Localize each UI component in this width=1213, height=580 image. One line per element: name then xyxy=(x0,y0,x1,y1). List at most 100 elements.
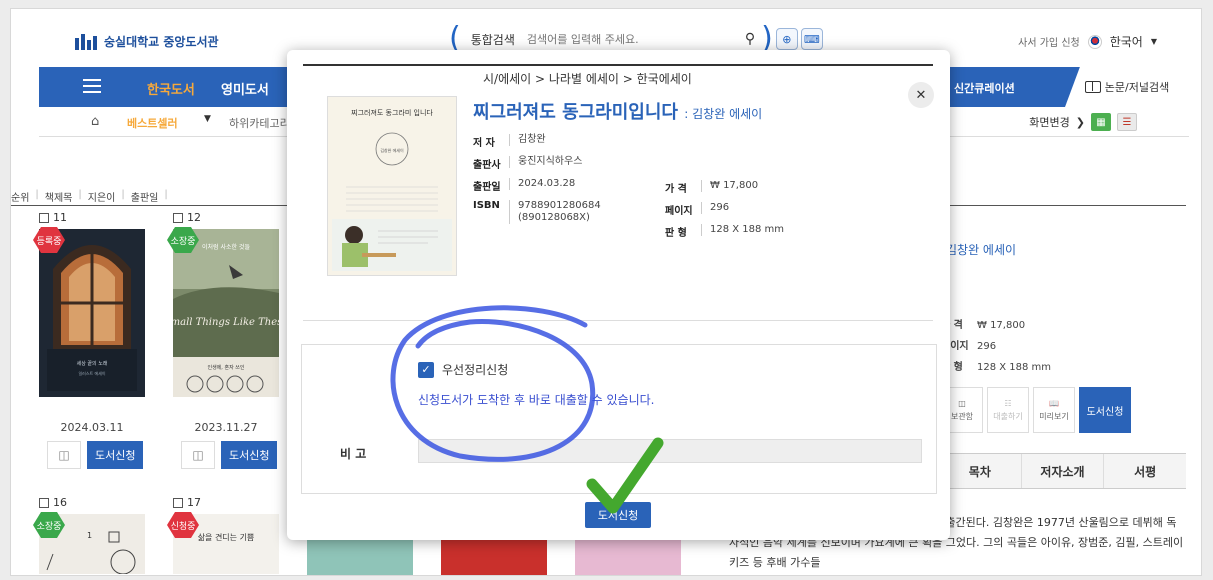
book-cover: 찌그러져도 동그라미 입니다 김창완 에세이 xyxy=(327,96,457,276)
nav-item-curation[interactable]: 신간큐레이션 xyxy=(954,80,1015,96)
request-options-panel: ✓ 우선정리신청 신청도서가 도착한 후 바로 대출할 수 있습니다. 비 고 xyxy=(301,344,937,494)
shelf-icon[interactable]: ◫ xyxy=(181,441,215,469)
search-bracket-left: ( xyxy=(449,21,461,56)
logo-mark-icon xyxy=(75,33,97,50)
author-value: 김창완 xyxy=(509,134,546,146)
open-book-icon: 📖 xyxy=(1049,398,1059,408)
app-frame: 숭실대학교 중앙도서관 ( 통합검색 ⚲ ) ⊕ ⌨ 사서 가입 신청 한국어 … xyxy=(10,8,1202,576)
zoom-search-icon[interactable]: ⊕ xyxy=(775,28,798,50)
nav-item-korean-books[interactable]: 한국도서 xyxy=(147,79,195,98)
dialog-book-title: 찌그러져도 동그라미입니다 : 김창완 에세이 xyxy=(473,102,763,123)
menu-icon[interactable] xyxy=(83,79,101,93)
breadcrumb: 시/에세이 > 나라별 에세이 > 한국에세이 xyxy=(483,72,692,86)
keyboard-icon[interactable]: ⌨ xyxy=(800,28,823,50)
sort-author[interactable]: 지은이 xyxy=(88,189,116,204)
bestseller-select[interactable]: 베스트셀러 xyxy=(127,115,178,131)
size-value: 128 X 188 mm xyxy=(701,224,784,236)
search-bar: ( 통합검색 ⚲ ) ⊕ ⌨ xyxy=(449,21,823,56)
cover-title: 찌그러져도 동그라미 입니다 xyxy=(351,108,433,117)
sort-bar: 순위 | 책제목 | 지은이 | 출판일 | xyxy=(11,189,168,204)
card-date: 2023.11.27 xyxy=(194,421,258,434)
priority-request-checkbox[interactable]: ✓ 우선정리신청 xyxy=(418,361,508,378)
caret-down-icon[interactable]: ▼ xyxy=(204,114,211,124)
book-card: 17 신청중 삶을 견디는 기쁨 xyxy=(167,496,303,574)
list-view-icon[interactable]: ☰ xyxy=(1117,113,1137,131)
card-number: 12 xyxy=(173,211,303,224)
book-cover[interactable]: 이처럼 사소한 것들 Small Things Like These 인생에, … xyxy=(164,229,288,397)
select-checkbox[interactable] xyxy=(39,497,49,508)
signup-link[interactable]: 사서 가입 신청 xyxy=(1018,34,1080,49)
search-icon[interactable]: ⚲ xyxy=(745,31,755,47)
loan-button[interactable]: ☷ 대출하기 xyxy=(987,387,1029,433)
isbn-value: 9788901280684 (890128068X) xyxy=(509,200,601,224)
card-number: 16 xyxy=(39,496,169,509)
card-number: 11 xyxy=(39,211,169,224)
book-request-dialog: 시/에세이 > 나라별 에세이 > 한국에세이 ✕ 찌그러져도 동그라미 입니다… xyxy=(287,50,950,540)
divider xyxy=(303,320,933,321)
preview-button[interactable]: 📖 미리보기 xyxy=(1033,387,1075,433)
cover-en-12: Small Things Like These xyxy=(173,317,279,328)
select-checkbox[interactable] xyxy=(173,497,183,508)
publisher-value: 웅진지식하우스 xyxy=(509,156,582,168)
card-date: 2024.03.11 xyxy=(60,421,124,434)
subcategory-select[interactable]: 하위카테고리 xyxy=(229,115,290,131)
svg-text:1: 1 xyxy=(87,531,92,540)
shelf-icon[interactable]: ◫ xyxy=(47,441,81,469)
book-card: 16 소장중 1 xyxy=(33,496,169,575)
book-card: 11 등록중 세상 끝의 노래 일러스트 에세이 xyxy=(33,211,169,397)
tab-toc[interactable]: 목차 xyxy=(939,454,1021,488)
apply-book-button[interactable]: 도서신청 xyxy=(1079,387,1131,433)
tab-review[interactable]: 서평 xyxy=(1103,454,1186,488)
memo-input[interactable] xyxy=(418,439,922,463)
grid-view-icon[interactable]: ▦ xyxy=(1091,113,1111,131)
apply-book-button[interactable]: 도서신청 xyxy=(87,441,144,469)
pubdate-value: 2024.03.28 xyxy=(509,178,575,190)
price-value: ₩ 17,800 xyxy=(701,180,758,192)
open-book-icon xyxy=(1084,81,1101,93)
nav-item-english-books[interactable]: 영미도서 xyxy=(221,79,269,98)
book-cover[interactable] xyxy=(441,539,547,575)
close-icon[interactable]: ✕ xyxy=(908,82,934,108)
submit-request-button[interactable]: 도서신청 xyxy=(585,502,651,528)
book-fields: 저 자 김창완 출판사 웅진지식하우스 출판일 2024.03.28 ISBN 9788… xyxy=(473,134,601,224)
search-input[interactable] xyxy=(526,32,745,46)
book-fields-right: 가 격 ₩ 17,800 페이지 296 판 형 128 X 188 mm xyxy=(665,180,785,239)
loan-icon: ☷ xyxy=(1004,398,1012,408)
tab-author[interactable]: 저자소개 xyxy=(1020,454,1104,488)
book-cover[interactable]: 세상 끝의 노래 일러스트 에세이 xyxy=(39,229,145,397)
cover-title-11: 세상 끝의 노래 xyxy=(77,360,108,367)
detail-tabs: 목차 저자소개 서평 xyxy=(939,453,1186,489)
shelf-icon: ◫ xyxy=(958,398,966,408)
detail-actions: ◫ 보관함 ☷ 대출하기 📖 미리보기 도서신청 xyxy=(941,387,1131,433)
checkmark-icon[interactable]: ✓ xyxy=(418,361,434,378)
chevron-right-icon: ❯ xyxy=(1075,115,1085,129)
view-switcher: 화면변경 ❯ ▦ ☰ xyxy=(1029,113,1137,131)
sort-rank[interactable]: 순위 xyxy=(11,189,29,204)
card-actions: ◫ 도서신청 xyxy=(47,441,144,469)
paper-search-button[interactable]: 논문/저널검색 xyxy=(1065,67,1189,107)
chevron-down-icon[interactable]: ▼ xyxy=(1151,37,1157,46)
cover-author: 김창완 에세이 xyxy=(380,147,404,153)
book-cover[interactable] xyxy=(575,539,681,575)
memo-label: 비 고 xyxy=(340,447,367,461)
detail-subtitle: 김창완 에세이 xyxy=(946,243,1017,257)
home-icon[interactable]: ⌂ xyxy=(91,114,99,129)
apply-book-button[interactable]: 도서신청 xyxy=(221,441,278,469)
priority-request-label: 우선정리신청 xyxy=(442,363,509,377)
card-number: 17 xyxy=(173,496,303,509)
select-checkbox[interactable] xyxy=(39,212,49,223)
book-card: 12 소장중 이처럼 사소한 것들 Small Things Like Thes… xyxy=(164,211,303,397)
search-scope-label[interactable]: 통합검색 xyxy=(471,31,515,48)
library-logo[interactable]: 숭실대학교 중앙도서관 xyxy=(75,33,219,50)
sort-title[interactable]: 책제목 xyxy=(45,189,73,204)
detail-info: 가 격 ₩ 17,800 페이지 296 판 형 128 X 188 mm xyxy=(941,320,1052,373)
logo-text: 숭실대학교 중앙도서관 xyxy=(104,35,219,49)
priority-note: 신청도서가 도착한 후 바로 대출할 수 있습니다. xyxy=(418,393,655,407)
book-cover[interactable] xyxy=(307,539,413,575)
cover-title-17: 삶을 견디는 기쁨 xyxy=(198,532,255,542)
cover-title-12: 이처럼 사소한 것들 xyxy=(202,243,250,251)
language-select[interactable]: 한국어 xyxy=(1110,33,1143,50)
select-checkbox[interactable] xyxy=(173,212,183,223)
view-change-label: 화면변경 xyxy=(1029,116,1070,129)
sort-date[interactable]: 출판일 xyxy=(131,189,159,204)
